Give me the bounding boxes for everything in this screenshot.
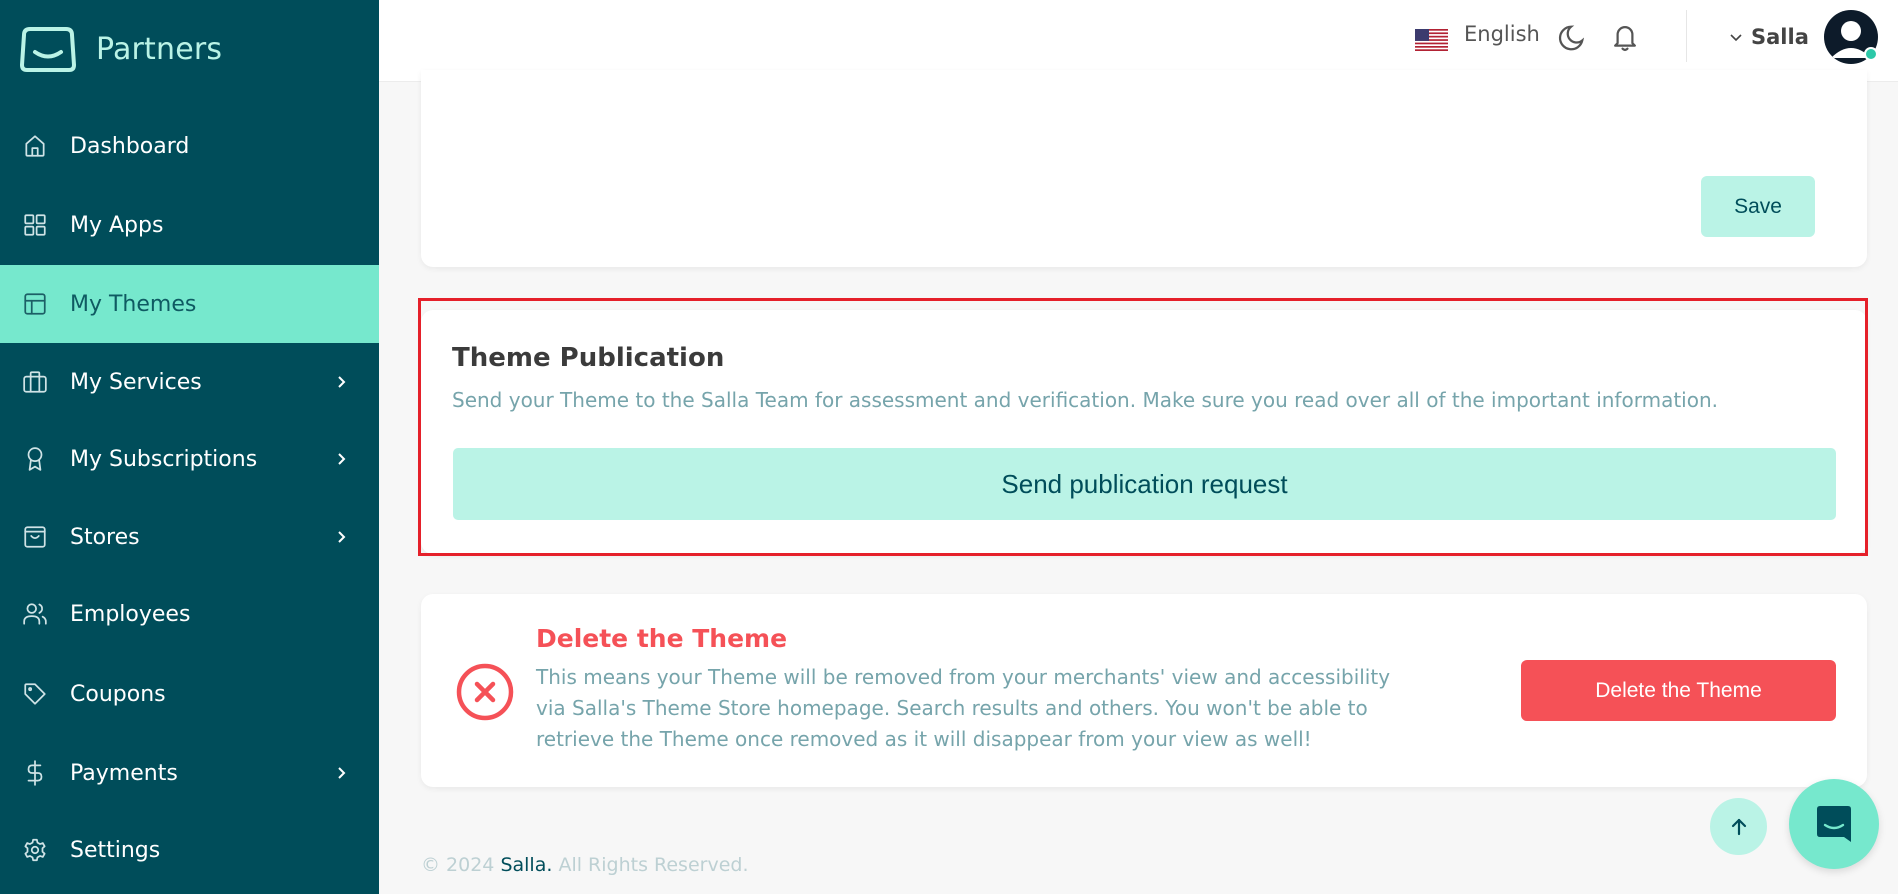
footer: © 2024 Salla. All Rights Reserved. xyxy=(421,854,749,876)
sidebar-item-label: My Themes xyxy=(70,291,197,317)
delete-theme-button[interactable]: Delete the Theme xyxy=(1521,660,1836,721)
delete-title: Delete the Theme xyxy=(536,624,788,653)
arrow-up-icon xyxy=(1731,818,1746,835)
bell-icon[interactable] xyxy=(1610,21,1640,53)
chevron-right-icon xyxy=(334,374,350,390)
shopping-bag-icon xyxy=(22,524,48,550)
chevron-right-icon xyxy=(334,765,350,781)
moon-icon[interactable] xyxy=(1556,23,1586,53)
theme-settings-card: Save xyxy=(421,70,1867,267)
chevron-down-icon xyxy=(1730,34,1742,42)
sidebar-item-label: My Apps xyxy=(70,212,164,238)
sidebar-item-label: Coupons xyxy=(70,681,166,707)
sidebar-item-label: My Subscriptions xyxy=(70,446,258,472)
briefcase-icon xyxy=(22,369,48,395)
us-flag-icon xyxy=(1415,29,1448,51)
sidebar-item-label: Employees xyxy=(70,601,191,627)
header-divider xyxy=(1686,10,1687,62)
footer-brand-link[interactable]: Salla. xyxy=(500,854,552,876)
sidebar-item-label: Dashboard xyxy=(70,133,190,159)
highlight-outline xyxy=(418,298,1868,556)
chevron-right-icon xyxy=(334,529,350,545)
dollar-icon xyxy=(22,760,48,786)
tag-icon xyxy=(22,681,48,707)
sidebar: Partners Dashboard My Apps My Themes My … xyxy=(0,0,379,894)
sidebar-item-my-apps[interactable]: My Apps xyxy=(0,186,379,264)
layout-icon xyxy=(22,291,48,317)
sidebar-item-my-services[interactable]: My Services xyxy=(0,343,379,421)
sidebar-item-label: My Services xyxy=(70,369,202,395)
brand[interactable]: Partners xyxy=(20,24,222,74)
copyright-suffix: All Rights Reserved. xyxy=(558,854,749,876)
user-menu-button[interactable]: Salla xyxy=(1729,20,1809,54)
sidebar-item-employees[interactable]: Employees xyxy=(0,575,379,653)
salla-logo-icon xyxy=(20,27,76,72)
sidebar-item-my-themes[interactable]: My Themes xyxy=(0,265,379,343)
users-icon xyxy=(22,601,48,627)
delete-theme-card: Delete the Theme This means your Theme w… xyxy=(421,594,1867,787)
online-status-dot xyxy=(1864,47,1878,61)
grid-icon xyxy=(22,212,48,238)
chat-icon xyxy=(1817,806,1851,842)
sidebar-item-stores[interactable]: Stores xyxy=(0,498,379,576)
award-icon xyxy=(22,446,48,472)
chat-support-button[interactable] xyxy=(1789,779,1879,869)
sidebar-item-settings[interactable]: Settings xyxy=(0,811,379,889)
scroll-to-top-button[interactable] xyxy=(1710,798,1767,855)
copyright-prefix: © 2024 xyxy=(421,854,495,876)
user-name: Salla xyxy=(1751,25,1809,49)
sidebar-item-label: Settings xyxy=(70,837,161,863)
language-selector[interactable]: English xyxy=(1464,22,1540,46)
sidebar-item-label: Payments xyxy=(70,760,178,786)
brand-name: Partners xyxy=(96,31,223,67)
sidebar-item-label: Stores xyxy=(70,524,140,550)
home-icon xyxy=(22,133,48,159)
sidebar-item-coupons[interactable]: Coupons xyxy=(0,655,379,733)
save-button[interactable]: Save xyxy=(1701,176,1815,237)
sidebar-item-payments[interactable]: Payments xyxy=(0,734,379,812)
sidebar-item-dashboard[interactable]: Dashboard xyxy=(0,107,379,185)
chevron-right-icon xyxy=(334,451,350,467)
x-circle-icon xyxy=(456,663,514,721)
sidebar-item-my-subscriptions[interactable]: My Subscriptions xyxy=(0,420,379,498)
delete-description: This means your Theme will be removed fr… xyxy=(536,665,1391,751)
gear-icon xyxy=(22,837,48,863)
